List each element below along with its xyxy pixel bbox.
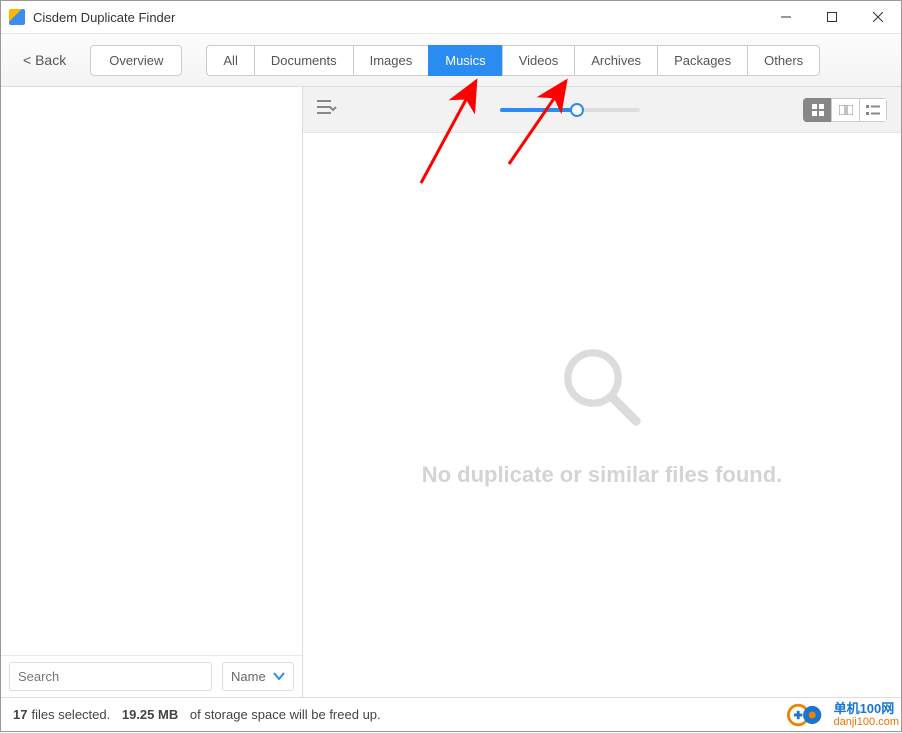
right-toolbar xyxy=(303,87,901,133)
close-button[interactable] xyxy=(855,1,901,33)
right-content: No duplicate or similar files found. xyxy=(303,133,901,697)
titlebar: Cisdem Duplicate Finder xyxy=(1,1,901,33)
status-size: 19.25 MB xyxy=(122,707,178,722)
overview-button[interactable]: Overview xyxy=(90,45,182,76)
sort-icon[interactable] xyxy=(317,99,337,120)
right-pane: No duplicate or similar files found. xyxy=(303,87,901,697)
main-area: Name xyxy=(1,87,901,697)
app-icon xyxy=(9,9,25,25)
svg-text:lete: lete xyxy=(803,724,812,729)
tab-archives[interactable]: Archives xyxy=(574,45,657,76)
status-text-2: of storage space will be freed up. xyxy=(190,707,381,722)
watermark-cn: 单机100网 xyxy=(834,702,899,716)
view-list-button[interactable] xyxy=(859,98,887,122)
toolbar: < Back Overview All Documents Images Mus… xyxy=(1,33,901,87)
tab-musics[interactable]: Musics xyxy=(428,45,501,76)
tab-others[interactable]: Others xyxy=(747,45,820,76)
file-list xyxy=(1,87,302,655)
view-mode-group xyxy=(803,98,887,122)
sort-label: Name xyxy=(231,669,266,684)
watermark: lete 单机100网 danji100.com xyxy=(786,701,899,729)
tab-all[interactable]: All xyxy=(206,45,253,76)
sort-dropdown[interactable]: Name xyxy=(222,662,294,691)
watermark-text: 单机100网 danji100.com xyxy=(834,702,899,728)
window-title: Cisdem Duplicate Finder xyxy=(33,10,175,25)
search-input[interactable] xyxy=(9,662,212,691)
chevron-down-icon xyxy=(273,669,285,684)
empty-message: No duplicate or similar files found. xyxy=(422,462,783,488)
tab-packages[interactable]: Packages xyxy=(657,45,747,76)
tab-images[interactable]: Images xyxy=(353,45,429,76)
watermark-logo: lete xyxy=(786,701,830,729)
view-columns-button[interactable] xyxy=(831,98,859,122)
status-bar: 17 files selected. 19.25 MB of storage s… xyxy=(1,697,901,731)
magnifier-icon xyxy=(557,342,647,432)
view-grid-button[interactable] xyxy=(803,98,831,122)
status-text-1: files selected. xyxy=(31,707,110,722)
slider-thumb[interactable] xyxy=(570,103,584,117)
watermark-url: danji100.com xyxy=(834,716,899,728)
status-count: 17 xyxy=(13,707,27,722)
zoom-slider[interactable] xyxy=(500,108,640,112)
left-pane: Name xyxy=(1,87,303,697)
tab-videos[interactable]: Videos xyxy=(502,45,575,76)
zoom-slider-wrap xyxy=(337,108,803,112)
slider-fill xyxy=(500,108,577,112)
back-button[interactable]: < Back xyxy=(19,46,70,74)
left-footer: Name xyxy=(1,655,302,697)
minimize-button[interactable] xyxy=(763,1,809,33)
maximize-button[interactable] xyxy=(809,1,855,33)
window-controls xyxy=(763,1,901,33)
tab-documents[interactable]: Documents xyxy=(254,45,353,76)
category-tabs: All Documents Images Musics Videos Archi… xyxy=(206,45,820,76)
